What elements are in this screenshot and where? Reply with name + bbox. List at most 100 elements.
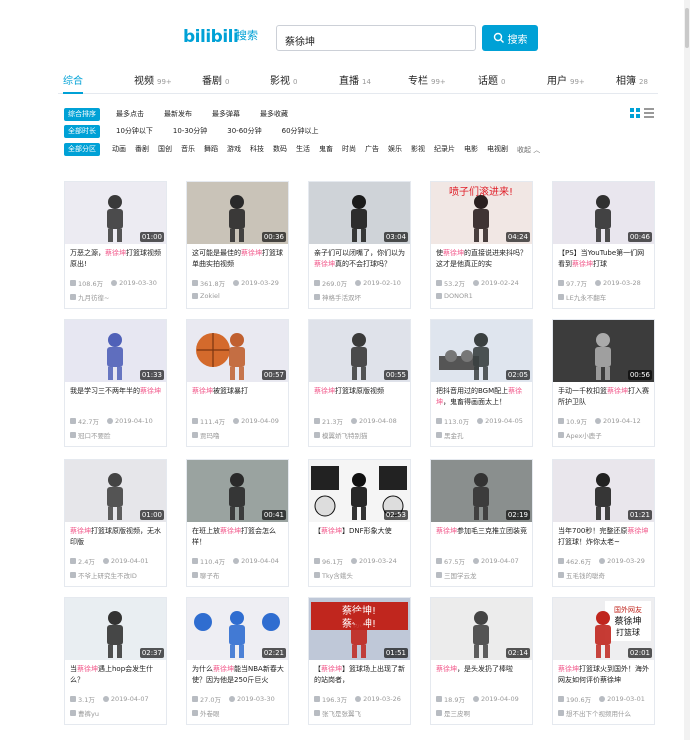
uploader[interactable]: 贾玛噜 xyxy=(192,430,220,440)
tab-8[interactable]: 相簿 28 xyxy=(616,72,648,94)
filter-duration-2[interactable]: 10-30分钟 xyxy=(169,125,211,138)
video-title[interactable]: 把抖音用过的BGM配上蔡徐坤，鬼畜得画面太上！ xyxy=(436,386,528,408)
video-card[interactable]: 01:21 当年700秒！完整还原蔡徐坤打篮球！炸你太老~ 462.6万 2019-0… xyxy=(552,459,655,587)
video-thumbnail[interactable]: 02:05 xyxy=(431,320,532,382)
video-card[interactable]: 00:41 在班上放蔡徐坤打篮会怎么样！ 110.4万 2019-04-04 聊子布 xyxy=(186,459,289,587)
video-thumbnail[interactable]: 00:57 xyxy=(187,320,288,382)
video-thumbnail[interactable]: 00:36 xyxy=(187,182,288,244)
filter-zone-10[interactable]: 鬼畜 xyxy=(319,143,333,156)
video-card[interactable]: 00:55 蔡徐坤打篮球原版视频 21.3万 2019-04-08 模翼娇飞特别猫 xyxy=(308,319,411,447)
video-thumbnail[interactable]: 02:19 xyxy=(431,460,532,522)
video-card[interactable]: 01:00 蔡徐坤打篮球原版视频，无水印版 2.4万 2019-04-01 不爷上研究生… xyxy=(64,459,167,587)
video-card[interactable]: 喷子们滚进来! 04:24 使蔡徐坤的直接说进来抖吗？这才是他真正的实 53.2万 20… xyxy=(430,181,533,309)
uploader[interactable]: 黑金孔 xyxy=(436,430,464,440)
video-title[interactable]: 当年700秒！完整还原蔡徐坤打篮球！炸你太老~ xyxy=(558,526,650,548)
video-thumbnail[interactable]: 01:33 xyxy=(65,320,166,382)
video-card[interactable]: 00:56 手动一千枚扣篮蔡徐坤打入赛所护卫队 10.9万 2019-04-12 Ape… xyxy=(552,319,655,447)
filter-zone-11[interactable]: 时尚 xyxy=(342,143,356,156)
filter-zone-0[interactable]: 全部分区 xyxy=(64,143,100,156)
video-card[interactable]: 01:00 万恶之源，蔡徐坤打篮球视频原出! 108.6万 2019-03-30 九月彷… xyxy=(64,181,167,309)
filter-zone-1[interactable]: 动画 xyxy=(112,143,126,156)
uploader[interactable]: Tky含蛾头 xyxy=(314,570,353,580)
video-card[interactable]: 02:14 蔡徐坤，是头发扔了棒啦 18.9万 2019-04-09 是三皮啊 xyxy=(430,597,533,725)
video-title[interactable]: 我是学习三不两年半的蔡徐坤 xyxy=(70,386,162,408)
video-thumbnail[interactable]: 03:04 xyxy=(309,182,410,244)
filter-duration-4[interactable]: 60分钟以上 xyxy=(278,125,323,138)
video-thumbnail[interactable]: 00:41 xyxy=(187,460,288,522)
video-thumbnail[interactable]: 蔡徐坤!蔡徐坤!01:51 xyxy=(309,598,410,660)
uploader[interactable]: 曹裤yu xyxy=(70,708,99,718)
filter-duration-3[interactable]: 30-60分钟 xyxy=(223,125,265,138)
tab-6[interactable]: 话题 0 xyxy=(478,72,505,94)
uploader[interactable]: 聊子布 xyxy=(192,570,220,580)
uploader[interactable]: 五毛钱的聪奇 xyxy=(558,570,605,580)
filter-zone-16[interactable]: 电影 xyxy=(464,143,478,156)
uploader[interactable]: 外卷眼 xyxy=(192,708,220,718)
filter-order-3[interactable]: 最多弹幕 xyxy=(208,108,244,121)
video-card[interactable]: 02:53 【蔡徐坤】DNF形象大使 96.1万 2019-03-24 Tky含蛾头 xyxy=(308,459,411,587)
video-title[interactable]: 万恶之源，蔡徐坤打篮球视频原出! xyxy=(70,248,162,270)
filter-zone-7[interactable]: 科技 xyxy=(250,143,264,156)
video-thumbnail[interactable]: 00:56 xyxy=(553,320,654,382)
video-title[interactable]: 在班上放蔡徐坤打篮会怎么样！ xyxy=(192,526,284,548)
uploader[interactable]: 想不出下个视频用什么 xyxy=(558,708,631,718)
video-thumbnail[interactable]: 02:53 xyxy=(309,460,410,522)
video-card[interactable]: 蔡徐坤!蔡徐坤!01:51 【蔡徐坤】篮球场上出现了新的站岗者， 196.3万 201… xyxy=(308,597,411,725)
video-card[interactable]: 00:46 【PS】当YouTube第一们网看到蔡徐坤打球 97.7万 2019-03… xyxy=(552,181,655,309)
video-thumbnail[interactable]: 02:37 xyxy=(65,598,166,660)
video-title[interactable]: 使蔡徐坤的直接说进来抖吗？这才是他真正的实 xyxy=(436,248,528,270)
uploader[interactable]: 神格手活双坏 xyxy=(314,292,361,302)
video-thumbnail[interactable]: 01:00 xyxy=(65,182,166,244)
filter-zone-6[interactable]: 游戏 xyxy=(227,143,241,156)
filter-zone-9[interactable]: 生活 xyxy=(296,143,310,156)
collapse-toggle[interactable]: 收起 ︿ xyxy=(517,145,540,155)
video-title[interactable]: 蔡徐坤打篮球火到国外！海外网友如何评价蔡徐坤 xyxy=(558,664,650,686)
filter-zone-8[interactable]: 数码 xyxy=(273,143,287,156)
filter-zone-2[interactable]: 番剧 xyxy=(135,143,149,156)
filter-order-2[interactable]: 最新发布 xyxy=(160,108,196,121)
list-view-icon[interactable] xyxy=(644,108,654,118)
video-title[interactable]: 蔡徐坤，是头发扔了棒啦 xyxy=(436,664,528,686)
video-title[interactable]: 手动一千枚扣篮蔡徐坤打入赛所护卫队 xyxy=(558,386,650,408)
video-title[interactable]: 蔡徐坤打篮球原版视频 xyxy=(314,386,406,408)
scrollbar[interactable] xyxy=(684,0,690,740)
tab-3[interactable]: 影视 0 xyxy=(270,72,297,94)
uploader[interactable]: 张飞是张翼飞 xyxy=(314,708,361,718)
uploader[interactable]: 冠口不要脸 xyxy=(70,430,111,440)
video-thumbnail[interactable]: 00:46 xyxy=(553,182,654,244)
filter-zone-3[interactable]: 国创 xyxy=(158,143,172,156)
video-title[interactable]: 为什么蔡徐坤能当NBA新春大使？因为他是250斤巨火 xyxy=(192,664,284,686)
video-title[interactable]: 当蔡徐坤遇上hop会发生什么？ xyxy=(70,664,162,686)
video-title[interactable]: 蔡徐坤参加毛三克推立团装竞 xyxy=(436,526,528,548)
uploader[interactable]: 不爷上研究生不改ID xyxy=(70,570,137,580)
video-thumbnail[interactable]: 02:14 xyxy=(431,598,532,660)
video-title[interactable]: 【蔡徐坤】篮球场上出现了新的站岗者， xyxy=(314,664,406,686)
uploader[interactable]: LE九永不翻车 xyxy=(558,292,606,302)
filter-zone-15[interactable]: 纪录片 xyxy=(434,143,455,156)
video-card[interactable]: 03:04 亲子们可以闭嘴了，你们以为蔡徐坤真的不会打球吗？ 269.0万 2019-… xyxy=(308,181,411,309)
tab-1[interactable]: 视频 99+ xyxy=(134,72,172,94)
video-card[interactable]: 00:57 蔡徐坤被篮球暴打 111.4万 2019-04-09 贾玛噜 xyxy=(186,319,289,447)
video-card[interactable]: 02:05 把抖音用过的BGM配上蔡徐坤，鬼畜得画面太上！ 113.0万 2019-0… xyxy=(430,319,533,447)
filter-zone-5[interactable]: 舞蹈 xyxy=(204,143,218,156)
uploader[interactable]: Apex小鹿子 xyxy=(558,430,602,440)
video-title[interactable]: 蔡徐坤被篮球暴打 xyxy=(192,386,284,408)
video-card[interactable]: 02:19 蔡徐坤参加毛三克推立团装竞 67.5万 2019-04-07 三国学云龙 xyxy=(430,459,533,587)
filter-duration-1[interactable]: 10分钟以下 xyxy=(112,125,157,138)
uploader[interactable]: 模翼娇飞特别猫 xyxy=(314,430,368,440)
search-button[interactable]: 搜索 xyxy=(482,25,538,51)
filter-order-0[interactable]: 综合排序 xyxy=(64,108,100,121)
filter-zone-4[interactable]: 音乐 xyxy=(181,143,195,156)
video-card[interactable]: 00:36 这可能是最佳的蔡徐坤打篮球单曲实拍视频 361.8万 2019-03-29… xyxy=(186,181,289,309)
grid-view-icon[interactable] xyxy=(630,108,640,118)
video-thumbnail[interactable]: 00:55 xyxy=(309,320,410,382)
video-card[interactable]: 国外网友 蔡徐坤 打篮球 02:01 蔡徐坤打篮球火到国外！海外网友如何评价蔡徐坤 190… xyxy=(552,597,655,725)
tab-0[interactable]: 综合 xyxy=(63,72,83,94)
uploader[interactable]: 三国学云龙 xyxy=(436,570,477,580)
uploader[interactable]: 是三皮啊 xyxy=(436,708,470,718)
uploader[interactable]: DONOR1 xyxy=(436,292,473,300)
video-thumbnail[interactable]: 喷子们滚进来! 04:24 xyxy=(431,182,532,244)
filter-order-4[interactable]: 最多收藏 xyxy=(256,108,292,121)
filter-zone-12[interactable]: 广告 xyxy=(365,143,379,156)
tab-7[interactable]: 用户 99+ xyxy=(547,72,585,94)
